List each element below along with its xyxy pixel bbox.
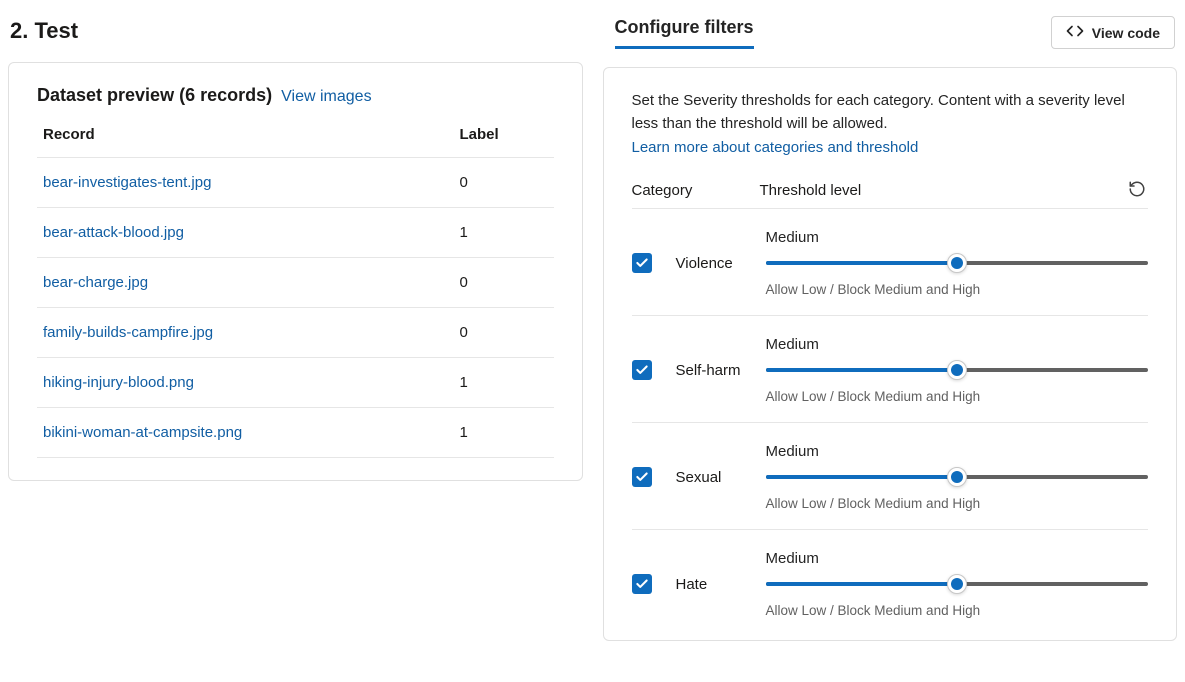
category-checkbox[interactable]	[632, 467, 652, 487]
category-name: Self-harm	[676, 362, 766, 379]
threshold-level: Medium	[766, 229, 1149, 246]
threshold-hint: Allow Low / Block Medium and High	[766, 496, 1149, 511]
dataset-title-prefix: Dataset preview	[37, 85, 174, 105]
header-threshold: Threshold level	[760, 182, 1121, 199]
reset-button[interactable]	[1126, 178, 1148, 200]
category-checkbox[interactable]	[632, 360, 652, 380]
view-code-button[interactable]: View code	[1051, 16, 1175, 49]
filters-description: Set the Severity thresholds for each cat…	[632, 90, 1149, 135]
threshold-hint: Allow Low / Block Medium and High	[766, 282, 1149, 297]
view-images-link[interactable]: View images	[281, 88, 371, 105]
records-table: Record Label bear-investigates-tent.jpg 0…	[37, 116, 554, 458]
category-checkbox[interactable]	[632, 574, 652, 594]
filter-row: Self-harmMedium Allow Low / Block Medium …	[632, 315, 1149, 422]
reset-icon	[1128, 180, 1146, 198]
record-link[interactable]: bikini-woman-at-campsite.png	[43, 424, 242, 441]
threshold-slider[interactable]	[766, 254, 1149, 272]
threshold-level: Medium	[766, 443, 1149, 460]
dataset-card: Dataset preview (6 records) View images …	[8, 62, 583, 481]
dataset-count: (6 records)	[179, 85, 272, 105]
table-row: bear-charge.jpg 0	[37, 258, 554, 308]
filter-row: SexualMedium Allow Low / Block Medium and…	[632, 422, 1149, 529]
category-name: Violence	[676, 255, 766, 272]
table-row: hiking-injury-blood.png 1	[37, 358, 554, 408]
table-row: bear-investigates-tent.jpg 0	[37, 158, 554, 208]
record-link[interactable]: hiking-injury-blood.png	[43, 374, 194, 391]
table-row: family-builds-campfire.jpg 0	[37, 308, 554, 358]
record-label: 1	[454, 408, 554, 458]
filters-card: Set the Severity thresholds for each cat…	[603, 67, 1178, 641]
table-row: bear-attack-blood.jpg 1	[37, 208, 554, 258]
filter-row: HateMedium Allow Low / Block Medium and H…	[632, 529, 1149, 636]
category-checkbox[interactable]	[632, 253, 652, 273]
table-row: bikini-woman-at-campsite.png 1	[37, 408, 554, 458]
col-record: Record	[37, 116, 454, 158]
tab-configure-filters[interactable]: Configure filters	[615, 17, 754, 49]
record-link[interactable]: bear-charge.jpg	[43, 274, 148, 291]
threshold-slider[interactable]	[766, 361, 1149, 379]
code-icon	[1066, 24, 1084, 41]
col-label: Label	[454, 116, 554, 158]
category-name: Hate	[676, 576, 766, 593]
record-label: 0	[454, 158, 554, 208]
record-label: 1	[454, 358, 554, 408]
record-label: 0	[454, 308, 554, 358]
threshold-hint: Allow Low / Block Medium and High	[766, 389, 1149, 404]
record-link[interactable]: bear-attack-blood.jpg	[43, 224, 184, 241]
header-category: Category	[632, 182, 760, 199]
threshold-level: Medium	[766, 336, 1149, 353]
record-link[interactable]: family-builds-campfire.jpg	[43, 324, 213, 341]
record-label: 0	[454, 258, 554, 308]
record-label: 1	[454, 208, 554, 258]
category-name: Sexual	[676, 469, 766, 486]
threshold-slider[interactable]	[766, 468, 1149, 486]
dataset-title: Dataset preview (6 records) View images	[37, 85, 554, 106]
threshold-hint: Allow Low / Block Medium and High	[766, 603, 1149, 618]
learn-more-link[interactable]: Learn more about categories and threshol…	[632, 139, 919, 156]
threshold-slider[interactable]	[766, 575, 1149, 593]
section-title: 2. Test	[10, 18, 583, 44]
view-code-label: View code	[1092, 25, 1160, 41]
threshold-level: Medium	[766, 550, 1149, 567]
filter-row: ViolenceMedium Allow Low / Block Medium a…	[632, 208, 1149, 315]
record-link[interactable]: bear-investigates-tent.jpg	[43, 174, 211, 191]
